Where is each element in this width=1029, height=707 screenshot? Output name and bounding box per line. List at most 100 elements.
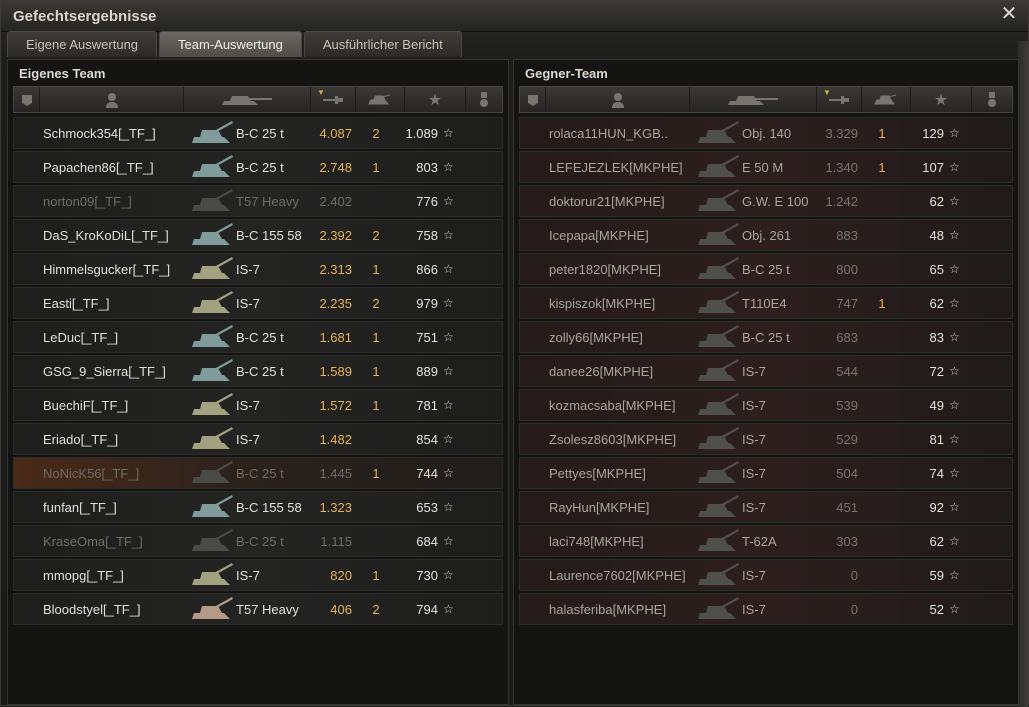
tab-ausfuehrlicher-bericht[interactable]: Ausführlicher Bericht xyxy=(303,31,462,57)
squad-icon[interactable] xyxy=(14,87,40,112)
player-name[interactable]: laci748[MKPHE] xyxy=(549,534,644,549)
damage-icon[interactable]: ▼ xyxy=(817,87,862,112)
player-row[interactable]: RayHun[MKPHE] IS-7 451 92 ☆ xyxy=(519,491,1013,523)
player-name[interactable]: Papachen86[_TF_] xyxy=(43,160,154,175)
damage-value: 800 xyxy=(836,262,858,277)
player-row[interactable]: norton09[_TF_] T57 Heavy 2.402 776 ☆ xyxy=(13,185,503,217)
player-name[interactable]: mmopg[_TF_] xyxy=(43,568,124,583)
kills-value: 2 xyxy=(372,126,380,141)
player-row[interactable]: Easti[_TF_] IS-7 2.235 2 979 ☆ xyxy=(13,287,503,319)
player-row[interactable]: Himmelsgucker[_TF_] IS-7 2.313 1 866 ☆ xyxy=(13,253,503,285)
player-name[interactable]: danee26[MKPHE] xyxy=(549,364,653,379)
player-name[interactable]: rolaca11HUN_KGB.. xyxy=(549,126,668,141)
player-name[interactable]: halasferiba[MKPHE] xyxy=(549,602,666,617)
tab-team-auswertung[interactable]: Team-Auswertung xyxy=(159,31,302,57)
player-name[interactable]: kozmacsaba[MKPHE] xyxy=(549,398,675,413)
player-row[interactable]: Laurence7602[MKPHE] IS-7 0 59 ☆ xyxy=(519,559,1013,591)
tank-icon[interactable] xyxy=(690,87,817,112)
player-row[interactable]: BuechiF[_TF_] IS-7 1.572 1 781 ☆ xyxy=(13,389,503,421)
xp-star-icon: ☆ xyxy=(949,160,960,174)
player-name[interactable]: Zsolesz8603[MKPHE] xyxy=(549,432,676,447)
player-row[interactable]: laci748[MKPHE] T-62A 303 62 ☆ xyxy=(519,525,1013,557)
player-icon[interactable] xyxy=(546,87,690,112)
player-name[interactable]: Himmelsgucker[_TF_] xyxy=(43,262,170,277)
kills-value: 1 xyxy=(372,330,380,345)
player-name[interactable]: Eriado[_TF_] xyxy=(43,432,118,447)
tank-icon[interactable] xyxy=(184,87,311,112)
vehicle-name: IS-7 xyxy=(236,262,260,277)
player-row[interactable]: rolaca11HUN_KGB.. Obj. 140 3.329 1 129 ☆ xyxy=(519,117,1013,149)
player-row[interactable]: NoNicK56[_TF_] B-C 25 t 1.445 1 744 ☆ xyxy=(13,457,503,489)
kills-value: 1 xyxy=(372,568,380,583)
medal-icon[interactable] xyxy=(466,87,502,112)
player-row[interactable]: KraseOma[_TF_] B-C 25 t 1.115 684 ☆ xyxy=(13,525,503,557)
player-name[interactable]: BuechiF[_TF_] xyxy=(43,398,128,413)
medal-icon[interactable] xyxy=(972,87,1012,112)
player-name[interactable]: DaS_KroKoDiL[_TF_] xyxy=(43,228,169,243)
player-name[interactable]: GSG_9_Sierra[_TF_] xyxy=(43,364,166,379)
vehicle-name: B-C 25 t xyxy=(742,330,790,345)
player-row[interactable]: Bloodstyel[_TF_] T57 Heavy 406 2 794 ☆ xyxy=(13,593,503,625)
kills-icon[interactable] xyxy=(862,87,911,112)
player-row[interactable]: danee26[MKPHE] IS-7 544 72 ☆ xyxy=(519,355,1013,387)
player-row[interactable]: GSG_9_Sierra[_TF_] B-C 25 t 1.589 1 889 ☆ xyxy=(13,355,503,387)
vehicle-name: IS-7 xyxy=(236,432,260,447)
player-row[interactable]: Papachen86[_TF_] B-C 25 t 2.748 1 803 ☆ xyxy=(13,151,503,183)
xp-star-icon[interactable]: ★ xyxy=(911,87,972,112)
kills-value: 2 xyxy=(372,228,380,243)
title-bar[interactable]: Gefechtsergebnisse ✕ xyxy=(1,1,1028,32)
player-name[interactable]: zolly66[MKPHE] xyxy=(549,330,643,345)
player-row[interactable]: doktorur21[MKPHE] G.W. E 100 1.242 62 ☆ xyxy=(519,185,1013,217)
player-row[interactable]: LEFEJEZLEK[MKPHE] E 50 M 1.340 1 107 ☆ xyxy=(519,151,1013,183)
player-name[interactable]: Schmock354[_TF_] xyxy=(43,126,156,141)
xp-star-icon: ☆ xyxy=(949,602,960,616)
kills-value: 1 xyxy=(878,160,886,175)
player-row[interactable]: LeDuc[_TF_] B-C 25 t 1.681 1 751 ☆ xyxy=(13,321,503,353)
player-name[interactable]: doktorur21[MKPHE] xyxy=(549,194,665,209)
kills-value: 1 xyxy=(372,364,380,379)
player-name[interactable]: Bloodstyel[_TF_] xyxy=(43,602,141,617)
player-row[interactable]: DaS_KroKoDiL[_TF_] B-C 155 58 2.392 2 758 ☆ xyxy=(13,219,503,251)
player-name[interactable]: peter1820[MKPHE] xyxy=(549,262,661,277)
player-name[interactable]: Pettyes[MKPHE] xyxy=(549,466,646,481)
xp-value: 803 xyxy=(416,160,438,175)
battle-results-window: Gefechtsergebnisse ✕ Eigene Auswertung T… xyxy=(0,0,1029,707)
xp-value: 1.089 xyxy=(405,126,438,141)
player-row[interactable]: kozmacsaba[MKPHE] IS-7 539 49 ☆ xyxy=(519,389,1013,421)
tank-icon xyxy=(188,187,236,217)
player-name[interactable]: norton09[_TF_] xyxy=(43,194,132,209)
close-icon[interactable]: ✕ xyxy=(1000,4,1018,24)
player-name[interactable]: LEFEJEZLEK[MKPHE] xyxy=(549,160,683,175)
player-row[interactable]: halasferiba[MKPHE] IS-7 0 52 ☆ xyxy=(519,593,1013,625)
damage-icon[interactable]: ▼ xyxy=(311,87,356,112)
kills-icon[interactable] xyxy=(356,87,405,112)
player-row[interactable]: mmopg[_TF_] IS-7 820 1 730 ☆ xyxy=(13,559,503,591)
player-row[interactable]: zolly66[MKPHE] B-C 25 t 683 83 ☆ xyxy=(519,321,1013,353)
tank-icon xyxy=(188,425,236,455)
player-name[interactable]: Easti[_TF_] xyxy=(43,296,109,311)
player-icon[interactable] xyxy=(40,87,184,112)
player-row[interactable]: Zsolesz8603[MKPHE] IS-7 529 81 ☆ xyxy=(519,423,1013,455)
background-edge xyxy=(1018,41,1028,707)
player-row[interactable]: peter1820[MKPHE] B-C 25 t 800 65 ☆ xyxy=(519,253,1013,285)
enemy-team-title: Gegner-Team xyxy=(525,66,608,81)
player-name[interactable]: NoNicK56[_TF_] xyxy=(43,466,139,481)
player-name[interactable]: kispiszok[MKPHE] xyxy=(549,296,655,311)
player-row[interactable]: funfan[_TF_] B-C 155 58 1.323 653 ☆ xyxy=(13,491,503,523)
player-row[interactable]: Eriado[_TF_] IS-7 1.482 854 ☆ xyxy=(13,423,503,455)
player-name[interactable]: Laurence7602[MKPHE] xyxy=(549,568,686,583)
xp-value: 794 xyxy=(416,602,438,617)
xp-star-icon[interactable]: ★ xyxy=(405,87,466,112)
player-name[interactable]: LeDuc[_TF_] xyxy=(43,330,118,345)
player-row[interactable]: kispiszok[MKPHE] T110E4 747 1 62 ☆ xyxy=(519,287,1013,319)
player-name[interactable]: RayHun[MKPHE] xyxy=(549,500,649,515)
squad-icon[interactable] xyxy=(520,87,546,112)
xp-value: 758 xyxy=(416,228,438,243)
player-row[interactable]: Pettyes[MKPHE] IS-7 504 74 ☆ xyxy=(519,457,1013,489)
player-row[interactable]: Icepapa[MKPHE] Obj. 261 883 48 ☆ xyxy=(519,219,1013,251)
player-name[interactable]: Icepapa[MKPHE] xyxy=(549,228,649,243)
player-name[interactable]: KraseOma[_TF_] xyxy=(43,534,143,549)
tab-eigene-auswertung[interactable]: Eigene Auswertung xyxy=(7,31,158,57)
player-row[interactable]: Schmock354[_TF_] B-C 25 t 4.087 2 1.089 ☆ xyxy=(13,117,503,149)
player-name[interactable]: funfan[_TF_] xyxy=(43,500,117,515)
